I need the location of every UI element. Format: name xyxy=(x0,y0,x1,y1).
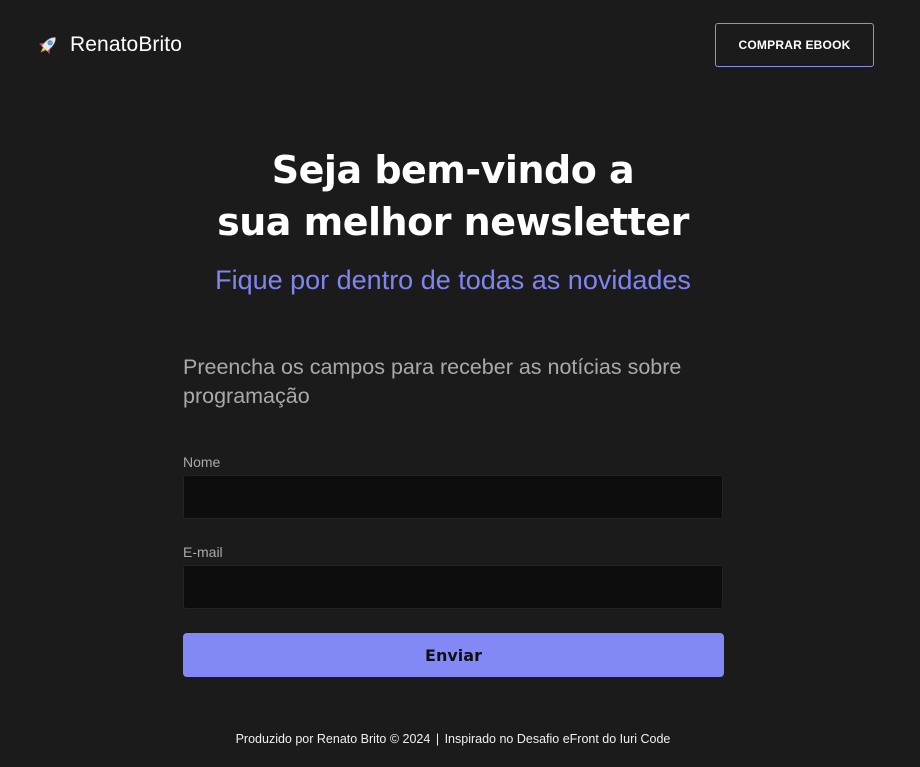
brand-name: RenatoBrito xyxy=(70,33,182,56)
hero-title-line-1: Seja bem-vindo a xyxy=(271,148,635,192)
newsletter-page: RenatoBrito COMPRAR EBOOK Seja bem-vindo… xyxy=(0,0,920,767)
name-input[interactable] xyxy=(183,475,723,519)
buy-ebook-button[interactable]: COMPRAR EBOOK xyxy=(715,23,874,67)
submit-button[interactable]: Enviar xyxy=(183,633,724,677)
brand-logo[interactable]: RenatoBrito xyxy=(36,33,182,57)
hero-subtitle: Fique por dentro de todas as novidades xyxy=(215,265,691,295)
email-field-label: E-mail xyxy=(183,544,223,560)
footer-credit: Produzido por Renato Brito © 2024 xyxy=(235,732,431,746)
site-header: RenatoBrito COMPRAR EBOOK xyxy=(0,0,920,92)
footer-inspiration: Inspirado no Desafio eFront do Iuri Code xyxy=(444,732,671,746)
footer-separator: | xyxy=(435,732,440,746)
email-input[interactable] xyxy=(183,565,723,609)
hero-title-line-2: sua melhor newsletter xyxy=(217,200,689,244)
site-footer: Produzido por Renato Brito © 2024 | Insp… xyxy=(0,732,906,746)
rocket-icon xyxy=(38,37,56,55)
name-field-label: Nome xyxy=(183,454,221,470)
hero-title: Seja bem-vindo a sua melhor newsletter xyxy=(0,144,906,248)
form-intro-text: Preencha os campos para receber as notíc… xyxy=(183,355,682,408)
